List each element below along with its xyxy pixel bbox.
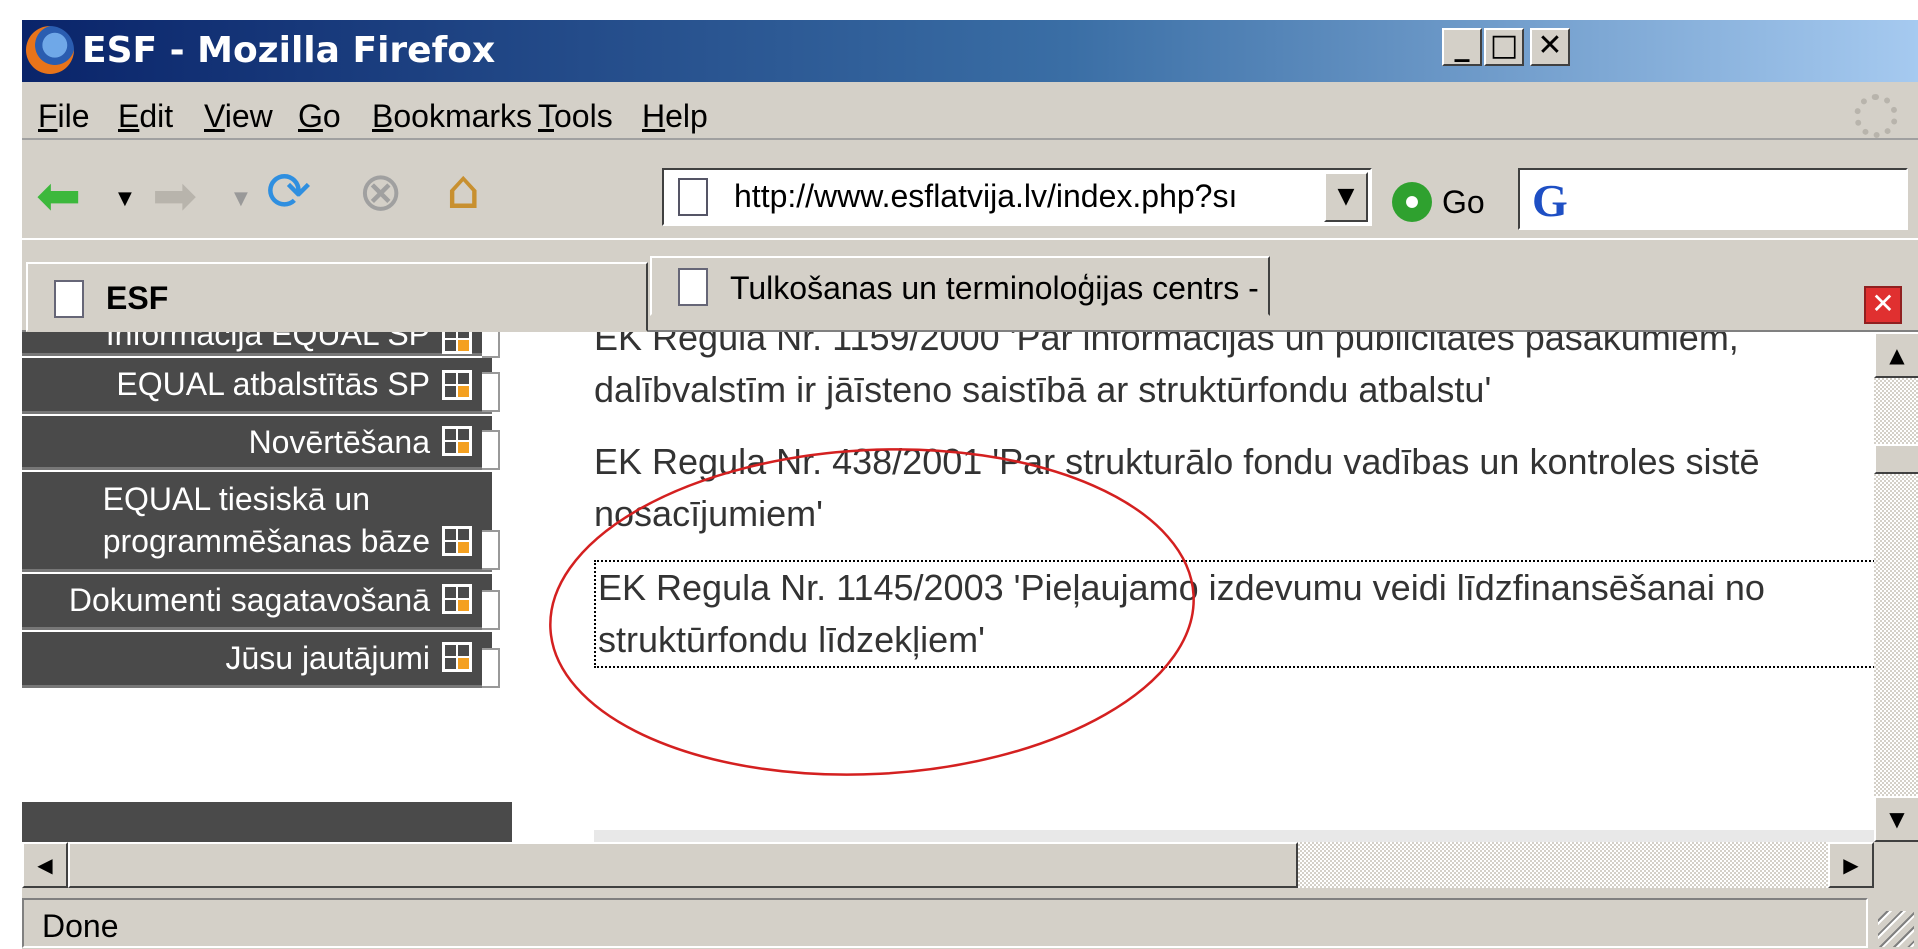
connector	[482, 648, 500, 688]
menu-bar: File Edit View Go Bookmarks Tools Help	[22, 82, 1918, 140]
google-search-icon[interactable]: G	[1532, 174, 1568, 227]
vertical-scroll-thumb[interactable]	[1874, 444, 1918, 474]
connector	[482, 590, 500, 630]
connector	[482, 430, 500, 470]
page-icon	[678, 178, 708, 216]
scroll-down-button[interactable]: ▼	[1874, 796, 1918, 842]
close-button[interactable]: ✕	[1530, 28, 1570, 66]
throbber-icon	[1854, 94, 1898, 138]
content-divider	[594, 830, 1874, 842]
page-icon	[54, 280, 84, 318]
horizontal-scrollbar[interactable]: ◀ ▶	[22, 842, 1874, 888]
sidebar-item-equal-tiesiska[interactable]: EQUAL tiesiskā un programmēšanas bāze	[22, 472, 500, 572]
expand-icon	[442, 642, 472, 672]
stop-icon[interactable]: ⊗	[358, 162, 403, 222]
tab-esf[interactable]: ESF	[26, 262, 648, 332]
search-input[interactable]: G	[1518, 168, 1908, 230]
tab-bar: ESF Tulkošanas un terminoloģijas centrs …	[22, 240, 1918, 332]
sidebar-item-equal-atbalstitas[interactable]: EQUAL atbalstītās SP	[22, 358, 500, 414]
vertical-scrollbar[interactable]: ▲ ▼	[1874, 332, 1918, 842]
expand-icon	[442, 584, 472, 614]
browser-window: ESF - Mozilla Firefox _ □ ✕ File Edit Vi…	[20, 18, 1918, 949]
menu-edit[interactable]: Edit	[118, 98, 173, 135]
menu-view[interactable]: View	[204, 98, 273, 135]
url-text[interactable]: http://www.esflatvija.lv/index.php?sı	[734, 178, 1294, 215]
menu-file[interactable]: File	[38, 98, 90, 135]
sidebar-item-novertesana[interactable]: Novērtēšana	[22, 416, 500, 470]
expand-icon	[442, 370, 472, 400]
go-icon[interactable]	[1392, 182, 1432, 222]
expand-icon	[442, 526, 472, 556]
forward-arrow-icon[interactable]: ➡	[152, 166, 197, 226]
connector	[482, 332, 500, 358]
connector	[482, 372, 500, 412]
go-button-label[interactable]: Go	[1442, 184, 1485, 221]
status-bar: Done	[22, 894, 1918, 949]
menu-go[interactable]: Go	[298, 98, 341, 135]
maximize-button[interactable]: □	[1484, 28, 1524, 66]
tab-tulkosanas[interactable]: Tulkošanas un terminoloģijas centrs - ES…	[650, 256, 1270, 316]
window-title: ESF - Mozilla Firefox	[82, 30, 496, 71]
sidebar-item-jusu-jautajumi[interactable]: Jūsu jautājumi	[22, 632, 500, 688]
expand-icon	[442, 332, 472, 354]
sidebar: Informācija EQUAL SP EQUAL atbalstītās S…	[22, 332, 512, 842]
scroll-right-button[interactable]: ▶	[1828, 842, 1874, 888]
red-annotation-ellipse	[549, 448, 1195, 776]
home-icon[interactable]: ⌂	[446, 160, 480, 220]
tab-label: ESF	[106, 280, 169, 316]
horizontal-scroll-thumb[interactable]	[68, 842, 1298, 888]
scroll-left-button[interactable]: ◀	[22, 842, 68, 888]
close-tab-icon[interactable]: ✕	[1864, 286, 1902, 324]
sidebar-footer	[22, 802, 512, 842]
scroll-up-button[interactable]: ▲	[1874, 332, 1918, 378]
status-panel: Done	[22, 898, 1868, 948]
expand-icon	[442, 426, 472, 456]
regulation-1159-link[interactable]: EK Regula Nr. 1159/2000 'Par informācija…	[594, 332, 1739, 416]
sidebar-item-informacija[interactable]: Informācija EQUAL SP	[22, 332, 500, 358]
page-content: Informācija EQUAL SP EQUAL atbalstītās S…	[22, 332, 1874, 842]
sidebar-item-dokumenti[interactable]: Dokumenti sagatavošanā	[22, 574, 500, 630]
page-icon	[678, 268, 708, 306]
reload-icon[interactable]: ⟳	[266, 162, 311, 222]
tab-label: Tulkošanas un terminoloģijas centrs - ES…	[730, 270, 1260, 306]
menu-help[interactable]: Help	[642, 98, 708, 135]
url-bar[interactable]: http://www.esflatvija.lv/index.php?sı ▼	[662, 168, 1372, 226]
minimize-button[interactable]: _	[1442, 28, 1482, 66]
firefox-logo-icon	[26, 26, 74, 74]
back-dropdown-icon[interactable]: ▼	[118, 188, 132, 209]
menu-tools[interactable]: Tools	[538, 98, 613, 135]
status-text: Done	[42, 908, 119, 944]
menu-bookmarks[interactable]: Bookmarks	[372, 98, 532, 135]
title-bar[interactable]: ESF - Mozilla Firefox _ □ ✕	[22, 20, 1918, 82]
forward-dropdown-icon[interactable]: ▼	[234, 188, 248, 209]
url-dropdown-button[interactable]: ▼	[1324, 172, 1368, 222]
back-arrow-icon[interactable]: ⬅	[36, 166, 81, 226]
connector	[482, 530, 500, 570]
resize-grip-icon[interactable]	[1878, 911, 1914, 947]
navigation-toolbar: ⬅ ▼ ➡ ▼ ⟳ ⊗ ⌂ http://www.esflatvija.lv/i…	[22, 142, 1918, 240]
